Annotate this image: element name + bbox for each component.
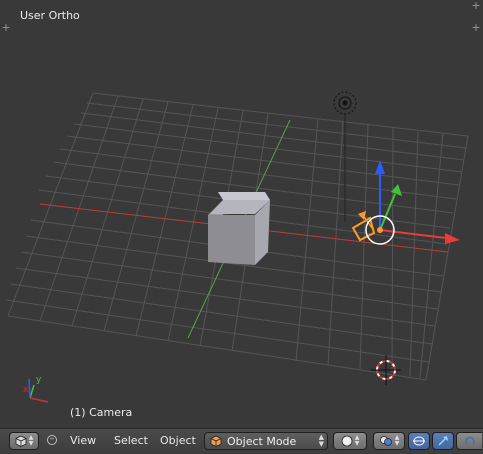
rotate-icon — [464, 436, 475, 445]
translate-manipulator-button[interactable] — [432, 432, 454, 450]
editor-type-button[interactable]: ▲ ▼ — [9, 432, 39, 450]
corner-plus-icon[interactable]: + — [471, 22, 481, 33]
cube-object[interactable] — [208, 192, 270, 265]
rotate-manipulator-button[interactable] — [456, 432, 482, 450]
collapse-menu-icon[interactable]: – — [47, 435, 57, 445]
menu-view[interactable]: View — [70, 434, 96, 447]
cube-orange-icon — [210, 435, 222, 447]
axis-y-label: y — [36, 375, 42, 385]
axis-x-label: x — [23, 385, 29, 395]
view-title: User Ortho — [20, 9, 80, 22]
chevron-updown-icon: ▲ ▼ — [28, 434, 34, 447]
viewport-header: ▲ ▼ – View Select Object Object Mode ▲ ▼ ▲… — [0, 428, 483, 454]
translate-arrow-icon — [438, 436, 448, 446]
cube-icon — [15, 435, 27, 447]
manipulator-toggle-button[interactable] — [408, 432, 430, 450]
menu-object[interactable]: Object — [160, 434, 196, 447]
active-object-label: (1) Camera — [70, 406, 133, 419]
chevron-updown-icon: ▲ ▼ — [318, 433, 324, 448]
chevron-updown-icon: ▲ ▼ — [354, 434, 360, 447]
menu-select[interactable]: Select — [114, 434, 148, 447]
mode-select-value: Object Mode — [227, 435, 297, 448]
viewport-shading-button[interactable]: ▲ ▼ — [333, 432, 367, 450]
sphere-icon — [341, 435, 353, 447]
corner-plus-icon[interactable]: + — [471, 0, 481, 11]
3d-cursor[interactable] — [371, 355, 401, 385]
chevron-updown-icon: ▲ ▼ — [394, 434, 400, 447]
transform-toggle-icon — [413, 436, 425, 446]
pivot-point-button[interactable]: ▲ ▼ — [373, 432, 405, 450]
corner-plus-icon[interactable]: + — [1, 22, 11, 33]
mode-select[interactable]: Object Mode ▲ ▼ — [204, 432, 328, 450]
pivot-icon — [379, 436, 392, 446]
3d-viewport[interactable]: User Ortho + + + x y (1) Camera — [0, 0, 483, 428]
camera-object[interactable] — [351, 211, 376, 242]
transform-manipulator[interactable] — [365, 160, 460, 245]
